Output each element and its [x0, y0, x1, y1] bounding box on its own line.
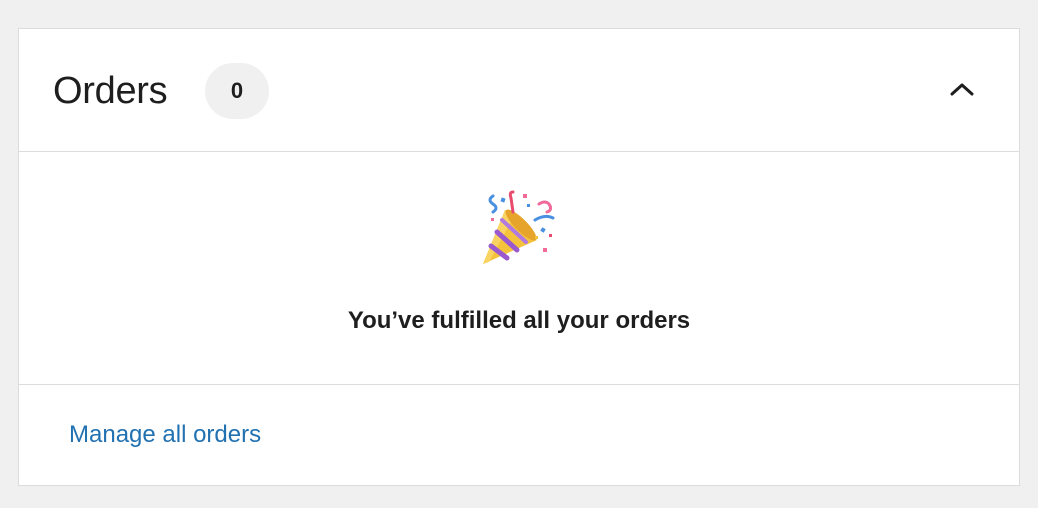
- orders-card: Orders 0 You’ve fulfilled all your order…: [18, 28, 1020, 486]
- orders-card-footer: Manage all orders: [19, 385, 1019, 485]
- empty-state-message: You’ve fulfilled all your orders: [347, 307, 691, 334]
- collapse-button[interactable]: [937, 69, 987, 109]
- orders-count-badge: 0: [205, 63, 269, 119]
- manage-all-orders-link[interactable]: Manage all orders: [69, 419, 261, 451]
- party-popper-icon: [483, 190, 555, 264]
- card-title: Orders: [53, 70, 168, 112]
- chevron-up-icon: [950, 83, 974, 96]
- orders-card-body: You’ve fulfilled all your orders: [19, 152, 1019, 385]
- orders-card-header: Orders 0: [19, 29, 1019, 152]
